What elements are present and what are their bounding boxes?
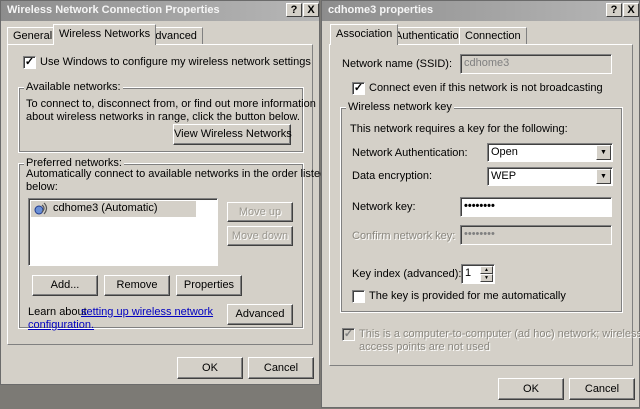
data-encryption-label: Data encryption: — [352, 170, 433, 182]
preferred-networks-list[interactable]: cdhome3 (Automatic) — [28, 198, 218, 266]
cancel-button[interactable]: Cancel — [569, 378, 635, 400]
use-windows-label: Use Windows to configure my wireless net… — [40, 56, 311, 68]
available-networks-text: To connect to, disconnect from, or find … — [26, 98, 316, 110]
close-button[interactable]: X — [623, 3, 639, 17]
ok-button[interactable]: OK — [177, 357, 243, 379]
key-index-spinner[interactable]: 1 ▲ ▼ — [461, 264, 495, 284]
network-properties-dialog: cdhome3 properties ? X Association Authe… — [321, 0, 640, 408]
network-name: cdhome3 (Automatic) — [53, 202, 158, 214]
wireless-key-legend: Wireless network key — [346, 101, 454, 113]
confirm-key-label: Confirm network key: — [352, 230, 456, 242]
dialog-title: Wireless Network Connection Properties — [7, 4, 220, 16]
spin-down-icon[interactable]: ▼ — [480, 274, 493, 282]
title-bar[interactable]: cdhome3 properties ? X — [322, 1, 639, 21]
cancel-button[interactable]: Cancel — [248, 357, 314, 379]
remove-network-button[interactable]: Remove — [104, 275, 170, 296]
help-button[interactable]: ? — [606, 3, 622, 17]
key-intro-text: This network requires a key for the foll… — [350, 123, 568, 135]
spin-up-icon[interactable]: ▲ — [480, 266, 493, 274]
adhoc-checkbox[interactable]: ✓ — [342, 328, 355, 341]
broadcast-label: Connect even if this network is not broa… — [369, 82, 603, 94]
title-bar[interactable]: Wireless Network Connection Properties ?… — [1, 1, 319, 21]
use-windows-checkbox[interactable]: ✓ — [23, 56, 36, 69]
ok-button[interactable]: OK — [498, 378, 564, 400]
broadcast-checkbox[interactable]: ✓ — [352, 82, 365, 95]
move-down-button[interactable]: Move down — [227, 226, 293, 246]
network-auth-dropdown[interactable]: Open ▼ — [487, 143, 613, 162]
chevron-down-icon[interactable]: ▼ — [596, 145, 611, 160]
tab-wireless-networks[interactable]: Wireless Networks — [53, 24, 157, 45]
ssid-field[interactable]: cdhome3 — [460, 54, 612, 74]
auto-key-checkbox[interactable] — [352, 290, 365, 303]
key-index-value: 1 — [465, 267, 472, 279]
confirm-key-input[interactable]: •••••••• — [460, 225, 612, 245]
available-networks-legend: Available networks: — [24, 81, 123, 93]
adhoc-label-2: access points are not used — [359, 341, 490, 353]
dialog-title: cdhome3 properties — [328, 4, 434, 16]
move-up-button[interactable]: Move up — [227, 202, 293, 222]
available-networks-text-2: about wireless networks in range, click … — [26, 111, 300, 123]
properties-button[interactable]: Properties — [176, 275, 242, 296]
learn-about-link[interactable]: setting up wireless network — [81, 306, 213, 319]
data-encryption-value: WEP — [491, 170, 517, 182]
tab-association[interactable]: Association — [330, 24, 399, 45]
preferred-networks-text: Automatically connect to available netwo… — [26, 168, 327, 180]
key-index-label: Key index (advanced): — [352, 268, 462, 280]
network-key-input[interactable]: •••••••• — [460, 197, 612, 217]
learn-about-link-2[interactable]: configuration. — [28, 319, 94, 332]
add-network-button[interactable]: Add... — [32, 275, 98, 296]
chevron-down-icon[interactable]: ▼ — [596, 169, 611, 184]
auto-key-label: The key is provided for me automatically — [369, 290, 566, 302]
close-button[interactable]: X — [303, 3, 319, 17]
network-key-label: Network key: — [352, 201, 416, 213]
view-wireless-networks-button[interactable]: View Wireless Networks — [173, 124, 292, 145]
wireless-connection-properties-dialog: Wireless Network Connection Properties ?… — [0, 0, 326, 385]
tab-general[interactable]: General — [7, 27, 59, 45]
tab-panel: ✓ Use Windows to configure my wireless n… — [7, 44, 326, 345]
help-button[interactable]: ? — [286, 3, 302, 17]
adhoc-label: This is a computer-to-computer (ad hoc) … — [359, 328, 640, 340]
tab-connection[interactable]: Connection — [459, 27, 527, 45]
ssid-label: Network name (SSID): — [342, 58, 453, 70]
preferred-networks-text-2: below: — [26, 181, 58, 193]
advanced-button[interactable]: Advanced — [227, 304, 293, 325]
wireless-network-icon — [33, 202, 49, 221]
data-encryption-dropdown[interactable]: WEP ▼ — [487, 167, 613, 186]
network-auth-label: Network Authentication: — [352, 147, 468, 159]
list-item[interactable]: cdhome3 (Automatic) — [31, 201, 196, 217]
network-auth-value: Open — [491, 146, 518, 158]
tab-panel: Network name (SSID): cdhome3 ✓ Connect e… — [329, 44, 640, 366]
learn-about-text: Learn about — [28, 306, 87, 318]
